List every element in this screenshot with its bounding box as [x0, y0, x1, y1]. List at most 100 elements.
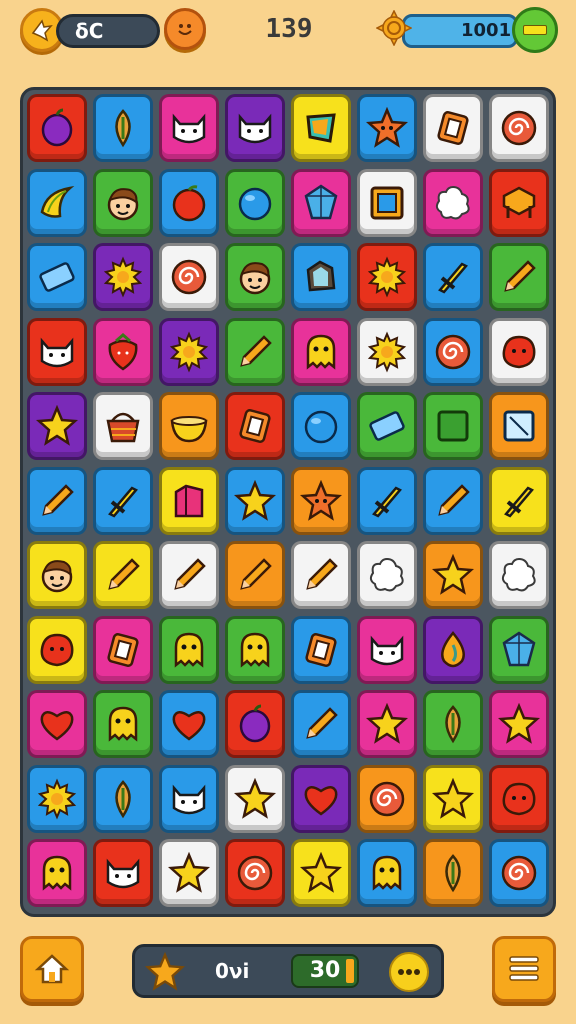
tile-face[interactable] — [225, 243, 285, 311]
tile-box[interactable] — [159, 466, 219, 535]
tile-pencil[interactable] — [489, 243, 549, 311]
tile-splat[interactable] — [423, 168, 483, 237]
tile-swirl[interactable] — [489, 94, 549, 162]
tile-sword[interactable] — [489, 466, 549, 535]
ghost-icon — [306, 334, 336, 368]
tile-ball[interactable] — [225, 168, 285, 237]
tile-face[interactable] — [27, 541, 87, 609]
tile-star[interactable] — [423, 764, 483, 833]
tile-splat[interactable] — [357, 541, 417, 609]
rect-icon — [304, 631, 338, 668]
tile-sword[interactable] — [357, 466, 417, 535]
tile-leaf[interactable] — [93, 94, 153, 162]
tile-leaf[interactable] — [93, 764, 153, 833]
tile-glass[interactable] — [489, 392, 549, 460]
tile-ghost[interactable] — [225, 615, 285, 684]
tile-cat-face[interactable] — [27, 317, 87, 386]
tile-sun[interactable] — [357, 243, 417, 311]
tile-ghost[interactable] — [27, 839, 87, 907]
tile-eraser[interactable] — [357, 392, 417, 460]
tile-pencil[interactable] — [291, 690, 351, 758]
tile-swirl[interactable] — [357, 764, 417, 833]
tile-heart[interactable] — [291, 764, 351, 833]
tile-ghost[interactable] — [291, 317, 351, 386]
tile-rect[interactable] — [291, 615, 351, 684]
tile-cat-face[interactable] — [159, 94, 219, 162]
tile-bowl[interactable] — [159, 392, 219, 460]
smile-button[interactable] — [164, 8, 206, 50]
tile-rect[interactable] — [225, 392, 285, 460]
tile-star[interactable] — [489, 690, 549, 758]
tile-star[interactable] — [291, 839, 351, 907]
tile-blob[interactable] — [489, 764, 549, 833]
tile-blob[interactable] — [489, 317, 549, 386]
tile-strawberry[interactable] — [93, 317, 153, 386]
tile-pencil[interactable] — [225, 317, 285, 386]
tile-rect[interactable] — [423, 94, 483, 162]
tile-eraser[interactable] — [27, 243, 87, 311]
tile-crystal[interactable] — [489, 615, 549, 684]
tile-face[interactable] — [93, 168, 153, 237]
tile-star[interactable] — [357, 690, 417, 758]
tile-ghost[interactable] — [93, 690, 153, 758]
tile-swirl[interactable] — [489, 839, 549, 907]
tile-leaf[interactable] — [423, 690, 483, 758]
tile-frame[interactable] — [357, 168, 417, 237]
star-icon — [37, 406, 77, 445]
tile-splat[interactable] — [489, 541, 549, 609]
tile-pencil[interactable] — [225, 541, 285, 609]
tile-sun[interactable] — [159, 317, 219, 386]
tile-sword[interactable] — [93, 466, 153, 535]
tile-plum[interactable] — [225, 690, 285, 758]
tile-swirl[interactable] — [225, 839, 285, 907]
tile-star-face[interactable] — [357, 94, 417, 162]
rect-icon — [106, 631, 140, 668]
tile-apple[interactable] — [159, 168, 219, 237]
tile-cat-face[interactable] — [93, 839, 153, 907]
tile-pencil[interactable] — [423, 466, 483, 535]
tile-sword[interactable] — [423, 243, 483, 311]
tile-pencil[interactable] — [93, 541, 153, 609]
tile-sun[interactable] — [357, 317, 417, 386]
tile-star-face[interactable] — [291, 466, 351, 535]
tile-ball[interactable] — [291, 392, 351, 460]
tile-heart[interactable] — [159, 690, 219, 758]
tile-ghost[interactable] — [159, 615, 219, 684]
tile-heart[interactable] — [27, 690, 87, 758]
tile-cat-face[interactable] — [357, 615, 417, 684]
tile-stone[interactable] — [291, 243, 351, 311]
tile-star[interactable] — [225, 466, 285, 535]
tile-gem[interactable] — [291, 94, 351, 162]
tile-sun[interactable] — [27, 764, 87, 833]
tile-ghost[interactable] — [357, 839, 417, 907]
swirl-icon — [171, 259, 207, 295]
add-coins-button[interactable] — [512, 7, 558, 53]
tile-leaf[interactable] — [423, 839, 483, 907]
tile-cat-face[interactable] — [159, 764, 219, 833]
tile-crystal[interactable] — [291, 168, 351, 237]
tile-chest[interactable] — [489, 168, 549, 237]
tile-basket[interactable] — [93, 392, 153, 460]
tile-pencil[interactable] — [291, 541, 351, 609]
menu-button[interactable] — [492, 936, 556, 1002]
tile-banana[interactable] — [27, 168, 87, 237]
tile-star[interactable] — [225, 764, 285, 833]
tile-swirl[interactable] — [423, 317, 483, 386]
tile-drop[interactable] — [423, 615, 483, 684]
more-options-button[interactable] — [389, 952, 429, 992]
tile-swirl[interactable] — [159, 243, 219, 311]
tile-cat-face[interactable] — [225, 94, 285, 162]
tile-pencil[interactable] — [27, 466, 87, 535]
bottom-label: 0νi — [215, 959, 250, 983]
tile-pencil[interactable] — [159, 541, 219, 609]
tile-star[interactable] — [159, 839, 219, 907]
tile-star[interactable] — [27, 392, 87, 460]
tile-rect[interactable] — [93, 615, 153, 684]
tile-square[interactable] — [423, 392, 483, 460]
tile-star[interactable] — [423, 541, 483, 609]
tile-blob[interactable] — [27, 615, 87, 684]
tile-plum[interactable] — [27, 94, 87, 162]
moves-counter: 30 — [291, 954, 359, 988]
tile-sun[interactable] — [93, 243, 153, 311]
home-button[interactable] — [20, 936, 84, 1002]
